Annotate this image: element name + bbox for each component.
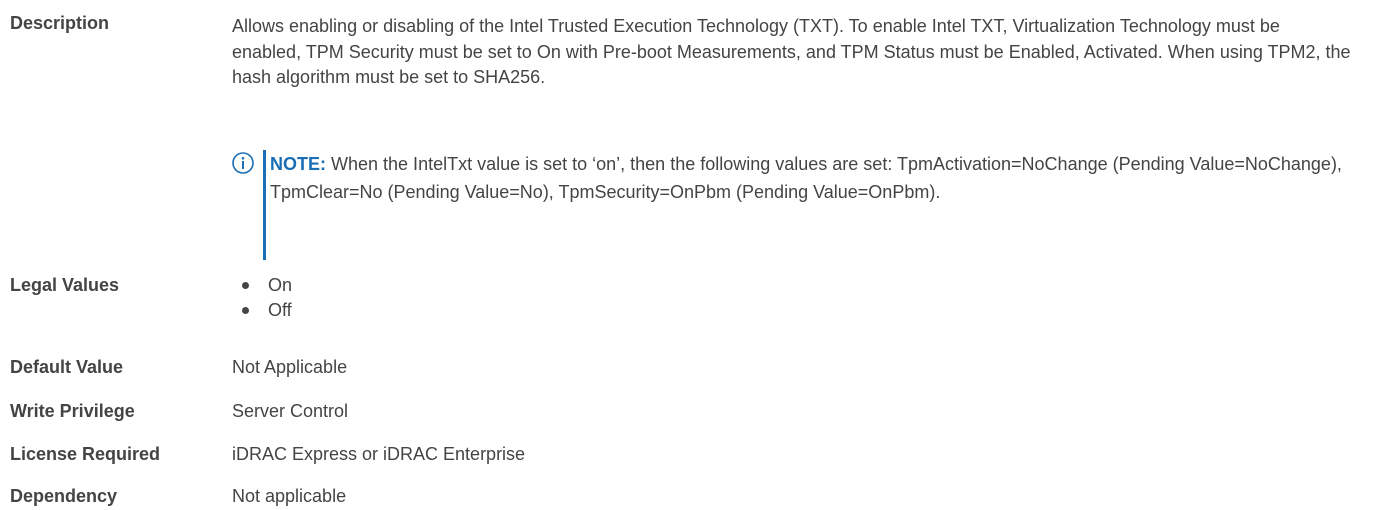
list-item: Off <box>232 298 292 323</box>
description-label: Description <box>10 13 110 33</box>
list-item: On <box>232 273 292 298</box>
write-privilege-label: Write Privilege <box>10 401 135 421</box>
legal-values-list: On Off <box>232 273 292 323</box>
note-body: When the IntelTxt value is set to ‘on’, … <box>270 154 1342 202</box>
description-text: Allows enabling or disabling of the Inte… <box>232 16 1351 87</box>
note-text: NOTE: When the IntelTxt value is set to … <box>270 150 1360 206</box>
default-value: Not Applicable <box>232 357 348 377</box>
default-value-label: Default Value <box>10 357 124 377</box>
note-accent-bar <box>263 150 266 260</box>
legal-values-label: Legal Values <box>10 275 120 295</box>
license-required-label: License Required <box>10 444 161 464</box>
attribute-definition: Description Allows enabling or disabling… <box>0 0 1380 509</box>
legal-value-on: On <box>268 275 293 295</box>
note-label: NOTE: <box>270 154 326 174</box>
write-privilege-value: Server Control <box>232 401 349 421</box>
info-circle-icon <box>232 152 254 174</box>
note-block: NOTE: When the IntelTxt value is set to … <box>232 150 1362 260</box>
license-required-value: iDRAC Express or iDRAC Enterprise <box>232 444 526 464</box>
bullet-icon <box>242 282 249 289</box>
bullet-icon <box>242 307 249 314</box>
dependency-label: Dependency <box>10 486 118 506</box>
dependency-value: Not applicable <box>232 486 347 506</box>
legal-value-off: Off <box>268 300 292 320</box>
